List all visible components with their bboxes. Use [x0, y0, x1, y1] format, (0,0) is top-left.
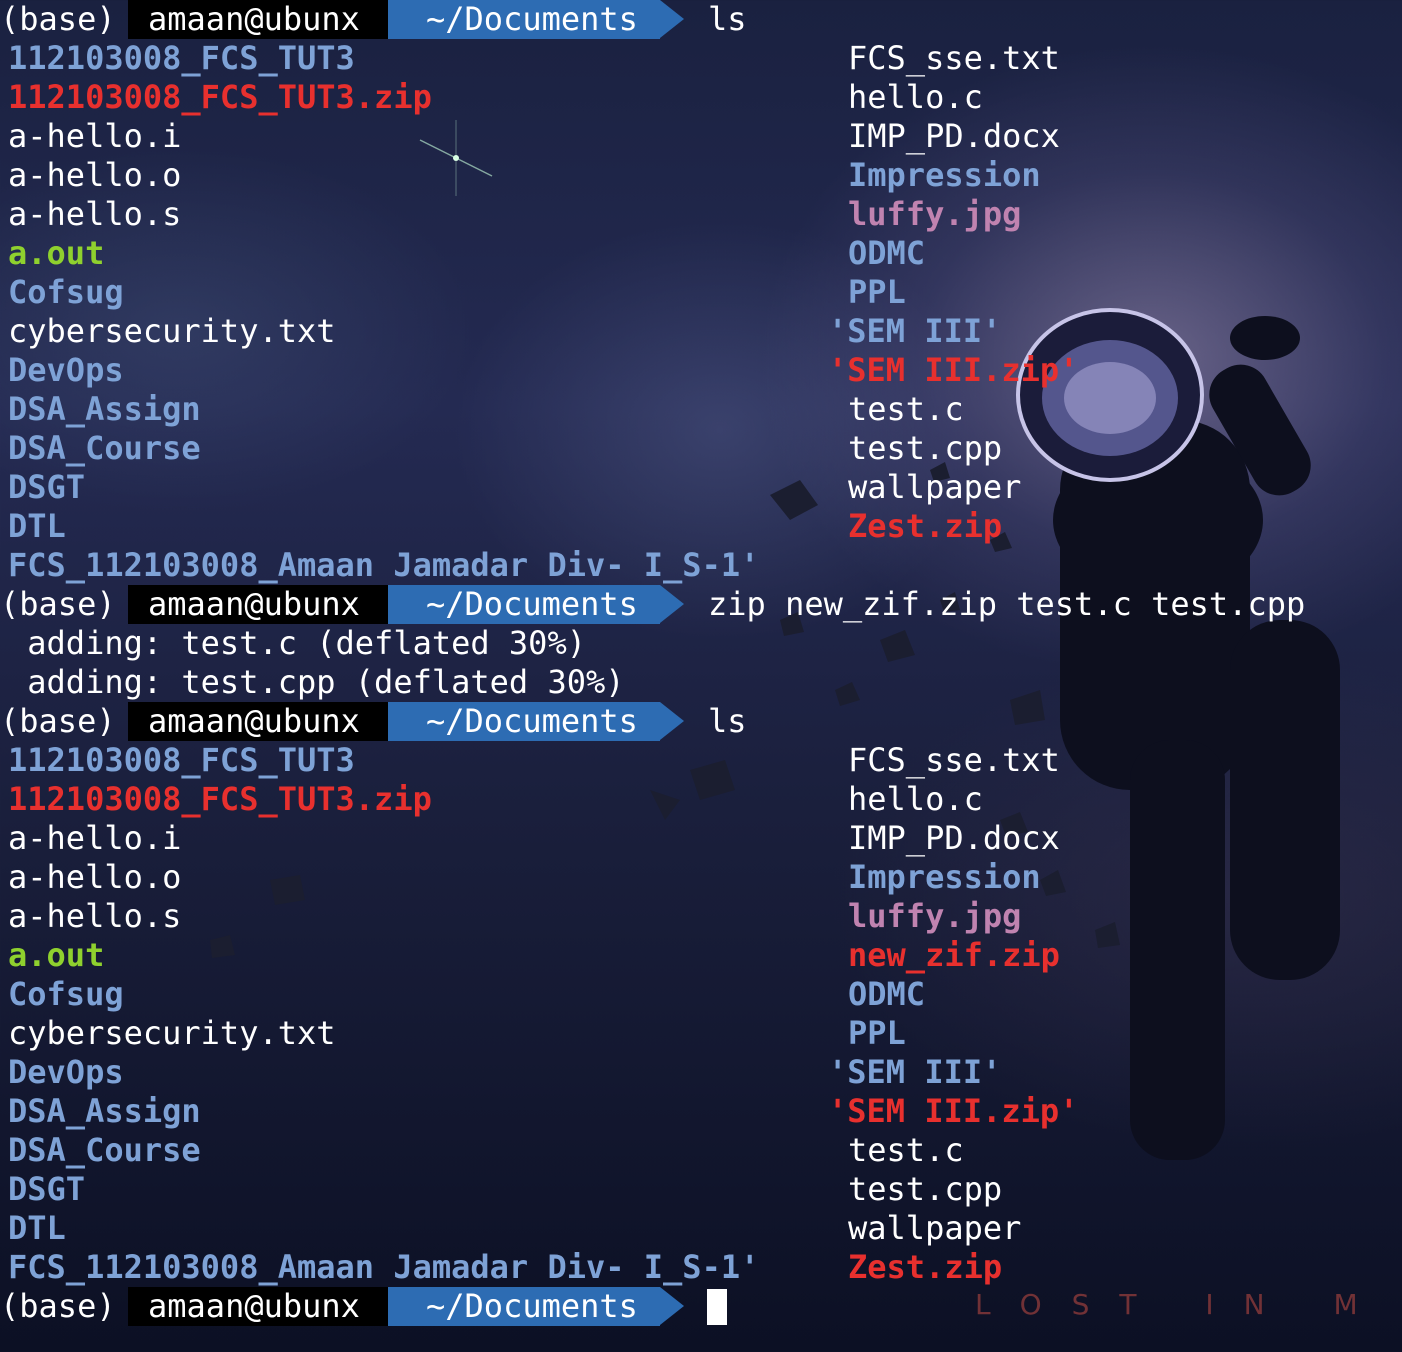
file-entry: a-hello.s: [8, 195, 182, 233]
prompt-cwd-segment: ~/Documents: [388, 702, 660, 741]
file-entry: hello.c: [848, 78, 983, 116]
file-entry: 'SEM III': [828, 1053, 1002, 1091]
prompt-line[interactable]: (base) amaan@ubunx ~/Documents: [0, 1287, 727, 1326]
file-entry: Cofsug: [8, 273, 124, 311]
prompt-user-segment: amaan@ubunx: [128, 1287, 388, 1326]
prompt-user-segment: amaan@ubunx: [128, 0, 388, 39]
powerline-separator-icon: [660, 1287, 684, 1325]
file-entry: luffy.jpg: [848, 195, 1022, 233]
conda-env-label: (base): [0, 702, 116, 740]
file-entry: FCS_112103008_Amaan Jamadar Div- I_S-1': [8, 1248, 760, 1286]
file-entry: DSA_Assign: [8, 390, 201, 428]
cwd-label: ~/Documents: [426, 0, 638, 38]
output-text: adding: test.cpp (deflated 30%): [8, 663, 625, 701]
file-entry: Impression: [848, 858, 1041, 896]
file-entry: ODMC: [848, 975, 926, 1013]
file-entry: 'SEM III.zip': [828, 1092, 1079, 1130]
file-entry: test.c: [848, 1131, 964, 1169]
file-entry: new_zif.zip: [848, 936, 1060, 974]
conda-env-label: (base): [0, 585, 116, 623]
powerline-separator-icon: [660, 702, 684, 740]
wallpaper-watermark-text: LOST IN M: [975, 1288, 1388, 1321]
file-entry: Zest.zip: [848, 1248, 1003, 1286]
file-entry: a-hello.i: [8, 117, 182, 155]
prompt-line: (base) amaan@ubunx ~/Documents ls: [0, 0, 747, 39]
terminal-cursor[interactable]: [707, 1289, 727, 1325]
file-entry: a-hello.o: [8, 156, 182, 194]
command-text: ls: [708, 0, 747, 38]
file-entry: FCS_sse.txt: [848, 39, 1060, 77]
file-entry: IMP_PD.docx: [848, 117, 1060, 155]
file-entry: 112103008_FCS_TUT3.zip: [8, 78, 432, 116]
prompt-cwd-segment: ~/Documents: [388, 585, 660, 624]
cwd-label: ~/Documents: [426, 585, 638, 623]
cwd-label: ~/Documents: [426, 702, 638, 740]
file-entry: hello.c: [848, 780, 983, 818]
file-entry: Zest.zip: [848, 507, 1003, 545]
file-entry: a.out: [8, 936, 105, 974]
file-entry: DTL: [8, 1209, 66, 1247]
file-entry: test.c: [848, 390, 964, 428]
file-entry: DSA_Assign: [8, 1092, 201, 1130]
prompt-line: (base) amaan@ubunx ~/Documents ls: [0, 702, 747, 741]
file-entry: DevOps: [8, 1053, 124, 1091]
file-entry: cybersecurity.txt: [8, 312, 336, 350]
conda-env-label: (base): [0, 1287, 116, 1325]
file-entry: DTL: [8, 507, 66, 545]
file-entry: ODMC: [848, 234, 926, 272]
file-entry: test.cpp: [848, 429, 1003, 467]
file-entry: wallpaper: [848, 1209, 1022, 1247]
file-entry: IMP_PD.docx: [848, 819, 1060, 857]
conda-env-label: (base): [0, 0, 116, 38]
file-entry: test.cpp: [848, 1170, 1003, 1208]
user-host-label: amaan@ubunx: [148, 0, 360, 38]
file-entry: DSGT: [8, 468, 86, 506]
file-entry: luffy.jpg: [848, 897, 1022, 935]
file-entry: 'SEM III.zip': [828, 351, 1079, 389]
user-host-label: amaan@ubunx: [148, 585, 360, 623]
output-text: adding: test.c (deflated 30%): [8, 624, 586, 662]
file-entry: DSA_Course: [8, 1131, 201, 1169]
file-entry: DSGT: [8, 1170, 86, 1208]
file-entry: Cofsug: [8, 975, 124, 1013]
prompt-user-segment: amaan@ubunx: [128, 702, 388, 741]
file-entry: cybersecurity.txt: [8, 1014, 336, 1052]
file-entry: a-hello.o: [8, 858, 182, 896]
file-entry: 112103008_FCS_TUT3.zip: [8, 780, 432, 818]
file-entry: wallpaper: [848, 468, 1022, 506]
file-entry: Impression: [848, 156, 1041, 194]
file-entry: DevOps: [8, 351, 124, 389]
file-entry: 112103008_FCS_TUT3: [8, 39, 355, 77]
file-entry: PPL: [848, 273, 906, 311]
terminal-window[interactable]: (base) amaan@ubunx ~/Documents ls 112103…: [0, 0, 1402, 1352]
file-entry: a.out: [8, 234, 105, 272]
user-host-label: amaan@ubunx: [148, 702, 360, 740]
prompt-cwd-segment: ~/Documents: [388, 1287, 660, 1326]
file-entry: DSA_Course: [8, 429, 201, 467]
command-text: ls: [708, 702, 747, 740]
prompt-cwd-segment: ~/Documents: [388, 0, 660, 39]
prompt-line: (base) amaan@ubunx ~/Documents zip new_z…: [0, 585, 1305, 624]
file-entry: 112103008_FCS_TUT3: [8, 741, 355, 779]
file-entry: FCS_sse.txt: [848, 741, 1060, 779]
command-text: zip new_zif.zip test.c test.cpp: [708, 585, 1306, 623]
file-entry: FCS_112103008_Amaan Jamadar Div- I_S-1': [8, 546, 760, 584]
file-entry: PPL: [848, 1014, 906, 1052]
file-entry: a-hello.s: [8, 897, 182, 935]
prompt-user-segment: amaan@ubunx: [128, 585, 388, 624]
cwd-label: ~/Documents: [426, 1287, 638, 1325]
file-entry: 'SEM III': [828, 312, 1002, 350]
file-entry: a-hello.i: [8, 819, 182, 857]
powerline-separator-icon: [660, 585, 684, 623]
user-host-label: amaan@ubunx: [148, 1287, 360, 1325]
powerline-separator-icon: [660, 0, 684, 38]
